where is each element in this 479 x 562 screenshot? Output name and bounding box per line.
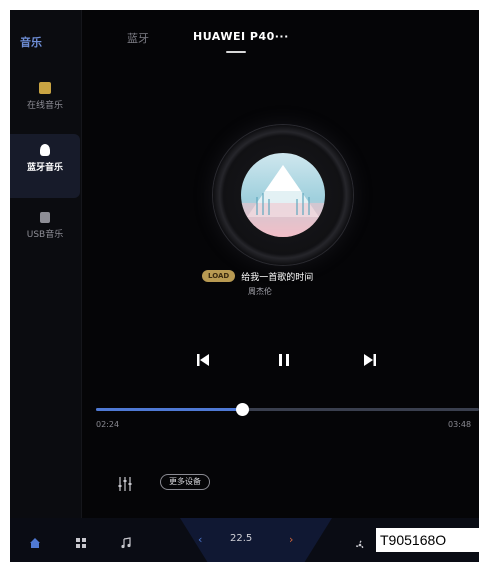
temperature-display: 22.5 [230, 533, 253, 544]
tab-active-indicator [226, 51, 246, 53]
sidebar-title: 音乐 [20, 36, 42, 49]
vinyl-record [213, 125, 353, 265]
artist-name: 周杰伦 [248, 287, 272, 296]
sidebar-item-bluetooth-music[interactable]: 蓝牙音乐 [10, 134, 80, 198]
previous-track-button[interactable] [193, 351, 213, 369]
album-cover [241, 153, 325, 237]
sidebar: 音乐 在线音乐 蓝牙音乐 USB音乐 [10, 10, 82, 518]
progress-handle[interactable] [235, 403, 249, 416]
skip-previous-icon [197, 354, 209, 366]
music-note-icon [121, 537, 131, 549]
home-button[interactable] [29, 534, 41, 548]
song-title: 给我一首歌的时间 [241, 272, 314, 283]
current-time: 02:24 [96, 420, 120, 429]
sidebar-item-usb-music[interactable]: USB音乐 [10, 202, 80, 266]
online-music-icon [39, 82, 51, 94]
temperature-increase-button[interactable]: › [289, 533, 293, 546]
bluetooth-music-icon [40, 144, 50, 156]
more-devices-button[interactable]: 更多设备 [160, 474, 210, 490]
temperature-decrease-button[interactable]: ‹ [198, 533, 202, 546]
progress-bar[interactable] [96, 403, 479, 416]
tab-bluetooth[interactable]: 蓝牙 [127, 30, 149, 46]
music-button[interactable] [120, 534, 132, 549]
sidebar-item-label: 蓝牙音乐 [26, 163, 63, 173]
fan-button[interactable] [354, 536, 366, 549]
usb-icon [40, 212, 50, 223]
equalizer-icon [118, 477, 132, 491]
progress-fill [96, 408, 242, 411]
load-badge: LOAD [202, 270, 236, 282]
reference-code-label: T905168O [376, 528, 479, 552]
apps-button[interactable] [75, 534, 87, 548]
car-infotainment-screen: 音乐 在线音乐 蓝牙音乐 USB音乐 蓝牙 HUAWEI P40··· LOAD… [10, 10, 479, 562]
tab-device[interactable]: HUAWEI P40··· [193, 30, 289, 43]
pause-icon [279, 354, 289, 366]
next-track-button[interactable] [360, 351, 380, 369]
skip-next-icon [364, 354, 376, 366]
sidebar-item-label: USB音乐 [26, 230, 64, 240]
pause-button[interactable] [274, 351, 294, 369]
album-art-image [241, 165, 325, 237]
grid-icon [76, 538, 86, 548]
equalizer-button[interactable] [118, 476, 132, 492]
fan-icon [356, 540, 364, 549]
track-info: LOAD 给我一首歌的时间 [202, 269, 313, 283]
sidebar-item-label: 在线音乐 [26, 101, 63, 111]
sidebar-item-online-music[interactable]: 在线音乐 [10, 72, 80, 136]
home-icon [30, 538, 40, 548]
total-time: 03:48 [448, 420, 472, 429]
climate-panel [180, 518, 332, 562]
